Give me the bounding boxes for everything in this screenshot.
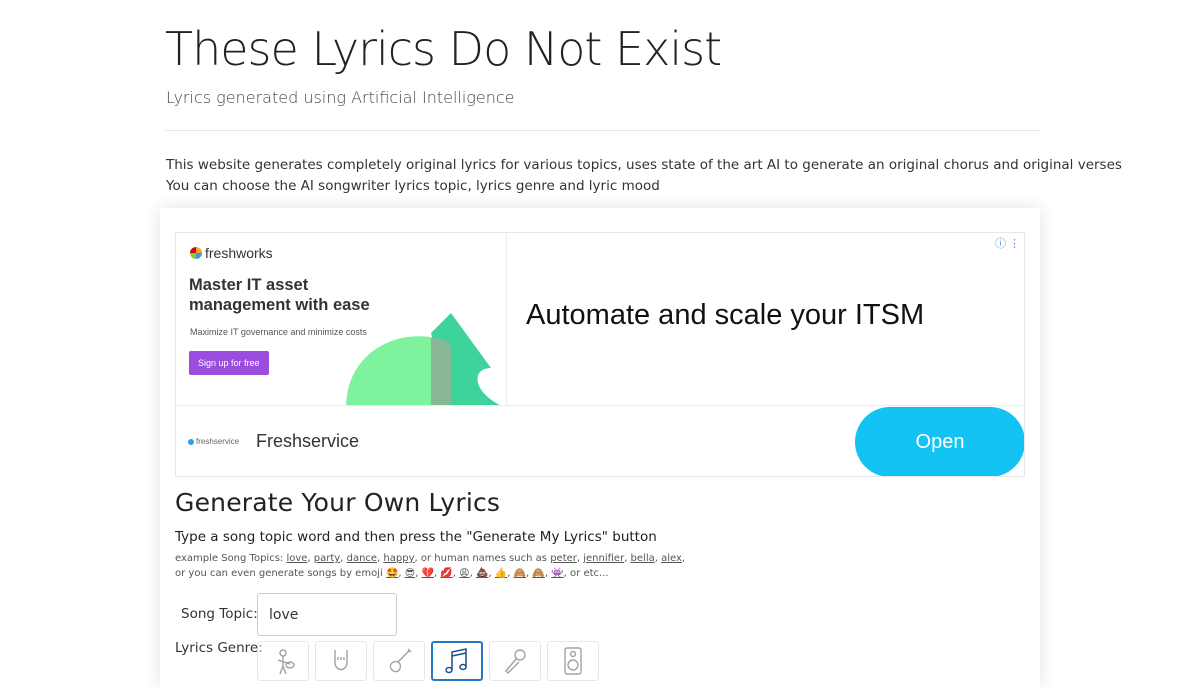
- emoji-link[interactable]: 🙈: [532, 568, 544, 579]
- genre-option-rock[interactable]: [315, 641, 367, 681]
- ad-open-button[interactable]: Open: [855, 407, 1024, 476]
- generator-description: Type a song topic word and then press th…: [175, 529, 657, 545]
- ad-decorative-shape: [346, 313, 501, 405]
- song-topic-label: Song Topic:: [181, 606, 258, 622]
- example-topic-link[interactable]: dance: [347, 553, 377, 564]
- ad-signup-button[interactable]: Sign up for free: [189, 351, 269, 375]
- emoji-link[interactable]: 🙈: [514, 568, 526, 579]
- examples-prefix: example Song Topics:: [175, 553, 284, 564]
- ad-left-panel[interactable]: freshworks Master IT asset management wi…: [176, 233, 507, 405]
- rock-hand-icon: [334, 650, 348, 671]
- example-topic-link[interactable]: party: [314, 553, 340, 564]
- genre-option-speaker[interactable]: [547, 641, 599, 681]
- ad-headline-line-1: Master IT asset: [189, 276, 309, 294]
- emoji-link[interactable]: 😎: [405, 568, 415, 579]
- ad-main-text: Automate and scale your ITSM: [526, 299, 925, 331]
- emoji-suffix: or etc...: [570, 568, 609, 579]
- emoji-link[interactable]: 🤩: [386, 568, 398, 579]
- music-note-icon: [445, 648, 467, 674]
- example-name-link[interactable]: alex: [661, 553, 682, 564]
- example-name-link[interactable]: peter: [550, 553, 577, 564]
- example-topic-link[interactable]: love: [286, 553, 307, 564]
- intro-line-1: This website generates completely origin…: [166, 157, 1122, 173]
- divider: [165, 130, 1040, 131]
- ad-brand: freshworks: [205, 245, 273, 261]
- emoji-prefix: or you can even generate songs by emoji: [175, 568, 383, 579]
- ad-footer[interactable]: freshservice Freshservice Open: [176, 405, 1024, 476]
- emoji-link[interactable]: 💔: [422, 568, 434, 579]
- speaker-icon: [564, 647, 582, 675]
- example-topics-line-2: or you can even generate songs by emoji …: [175, 568, 609, 579]
- ad-advertiser-name: Freshservice: [256, 431, 360, 451]
- emoji-link[interactable]: 💩: [476, 568, 488, 579]
- emoji-link[interactable]: 👾: [551, 568, 563, 579]
- page-subtitle: Lyrics generated using Artificial Intell…: [166, 88, 515, 107]
- genre-option-guitar-player[interactable]: [257, 641, 309, 681]
- ad-small-text: Maximize IT governance and minimize cost…: [190, 327, 367, 337]
- page-title: These Lyrics Do Not Exist: [165, 22, 722, 76]
- freshservice-logo-icon: [188, 438, 194, 445]
- emoji-link[interactable]: 😩: [459, 568, 469, 579]
- example-name-link[interactable]: jennifier: [583, 553, 624, 564]
- intro-text: This website generates completely origin…: [166, 155, 1122, 197]
- genre-option-microphone[interactable]: [489, 641, 541, 681]
- example-topics: example Song Topics: love, party, dance,…: [175, 551, 685, 581]
- example-name-link[interactable]: bella: [631, 553, 655, 564]
- song-topic-input[interactable]: [257, 593, 397, 636]
- genre-option-electric-guitar[interactable]: [373, 641, 425, 681]
- ad-headline-line-2: management with ease: [189, 296, 370, 314]
- freshservice-logo-text: freshservice: [196, 437, 240, 446]
- intro-line-2: You can choose the AI songwriter lyrics …: [166, 178, 660, 194]
- freshworks-logo-icon: [190, 247, 202, 259]
- example-topic-link[interactable]: happy: [383, 553, 414, 564]
- info-icon[interactable]: ⓘ ⋮: [995, 235, 1020, 251]
- freshservice-logo: freshservice: [188, 437, 239, 446]
- microphone-icon: [505, 649, 526, 674]
- emoji-link[interactable]: 👍: [495, 568, 507, 579]
- example-topics-line-1: example Song Topics: love, party, dance,…: [175, 553, 686, 564]
- lyrics-genre-label: Lyrics Genre:: [175, 640, 263, 656]
- generator-title: Generate Your Own Lyrics: [175, 488, 501, 517]
- freshworks-logo: freshworks: [190, 245, 273, 261]
- genre-option-pop[interactable]: [431, 641, 483, 681]
- guitar-player-icon: [277, 649, 295, 675]
- ad-headline: Master IT asset management with ease: [189, 275, 370, 315]
- advertisement[interactable]: freshworks Master IT asset management wi…: [175, 232, 1025, 477]
- emoji-link[interactable]: 💋: [440, 568, 452, 579]
- names-prefix: , or human names such as: [414, 553, 547, 564]
- electric-guitar-icon: [389, 648, 412, 673]
